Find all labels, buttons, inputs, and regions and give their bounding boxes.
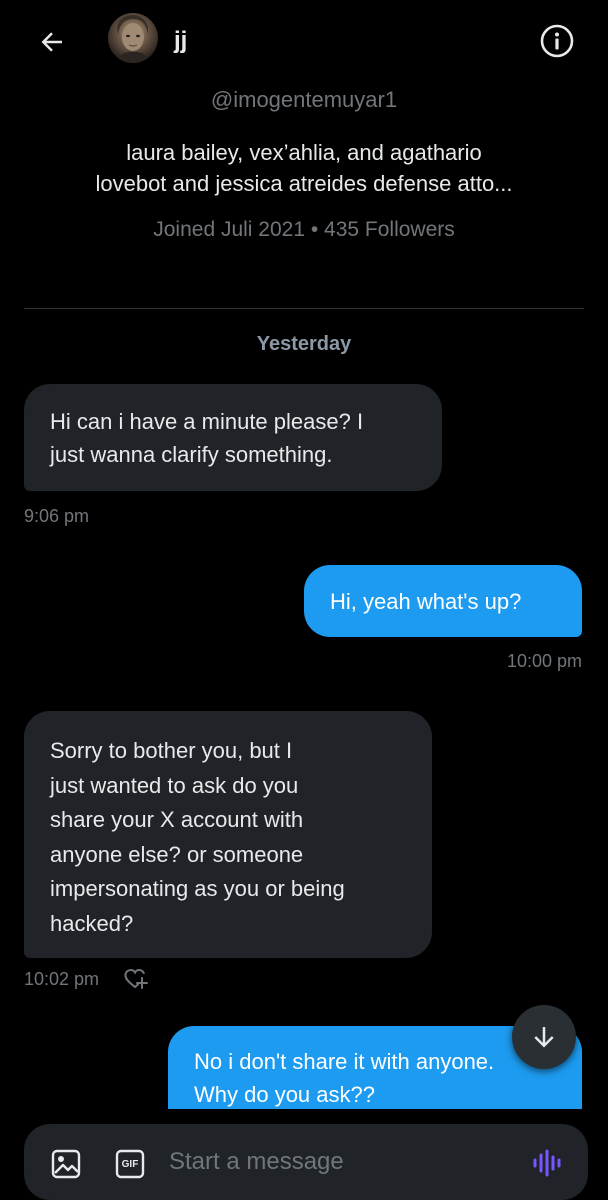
bio-line: laura bailey, vex’ahlia, and agathario [126,140,482,165]
message-line: Hi can i have a minute please? I [50,408,364,434]
message-timestamp: 9:06 pm [24,506,90,526]
voice-message-button[interactable] [530,1146,564,1180]
gif-label: GIF [121,1158,139,1170]
divider [24,308,584,309]
message-text: No i don't share it with anyone. Why do … [194,1045,494,1109]
message-input[interactable]: Start a message [169,1148,344,1176]
message-timestamp: 10:02 pm [24,969,100,989]
arrow-down-icon [534,1027,554,1048]
message-line: Sorry to bother you, but I [50,738,293,763]
bio-line: lovebot and jessica atreides defense att… [95,171,513,196]
message-line: hacked? [50,910,134,936]
scroll-to-latest-button[interactable] [512,1005,576,1069]
avatar[interactable] [108,13,158,63]
message-bubble-received[interactable]: Sorry to bother you, but I just wanted t… [24,711,432,958]
message-composer: GIF Start a message [24,1124,588,1200]
heart-plus-icon [124,968,148,989]
voice-wave-icon [533,1149,561,1177]
add-photo-button[interactable] [50,1148,82,1180]
message-timestamp: 10:00 pm [506,651,582,671]
message-line: share your X account with [50,807,304,832]
add-reaction-button[interactable] [122,966,148,992]
arrow-left-icon [41,32,62,52]
back-button[interactable] [32,22,72,62]
profile-handle[interactable]: @imogentemuyar1 [0,84,608,116]
message-line: just wanted to ask do you [50,772,299,798]
message-line: Why do you ask?? [194,1082,375,1107]
avatar-image [116,15,150,63]
message-line: anyone else? or someone [50,841,304,867]
message-text: Sorry to bother you, but I just wanted t… [50,734,345,941]
message-text: Hi can i have a minute please? I just wa… [50,405,363,471]
message-bubble-sent[interactable]: Hi, yeah what's up? [304,565,582,637]
info-icon [540,24,574,58]
profile-summary: @imogentemuyar1 laura bailey, vex’ahlia,… [0,84,608,245]
contact-name[interactable]: jj [174,27,187,55]
image-icon [51,1149,81,1179]
message-line: just wanna clarify something. [50,441,333,467]
message-line: No i don't share it with anyone. [194,1049,495,1074]
profile-bio: laura bailey, vex’ahlia, and agathario l… [0,137,608,199]
day-separator: Yesterday [256,333,352,355]
message-line: Hi, yeah what's up? [330,588,522,614]
conversation-info-button[interactable] [538,22,576,60]
message-bubble-received[interactable]: Hi can i have a minute please? I just wa… [24,384,442,491]
conversation-header: jj [0,0,608,80]
profile-meta: Joined Juli 2021 • 435 Followers [153,218,455,241]
message-line: impersonating as you or being [50,876,345,901]
add-gif-button[interactable]: GIF [114,1148,146,1180]
